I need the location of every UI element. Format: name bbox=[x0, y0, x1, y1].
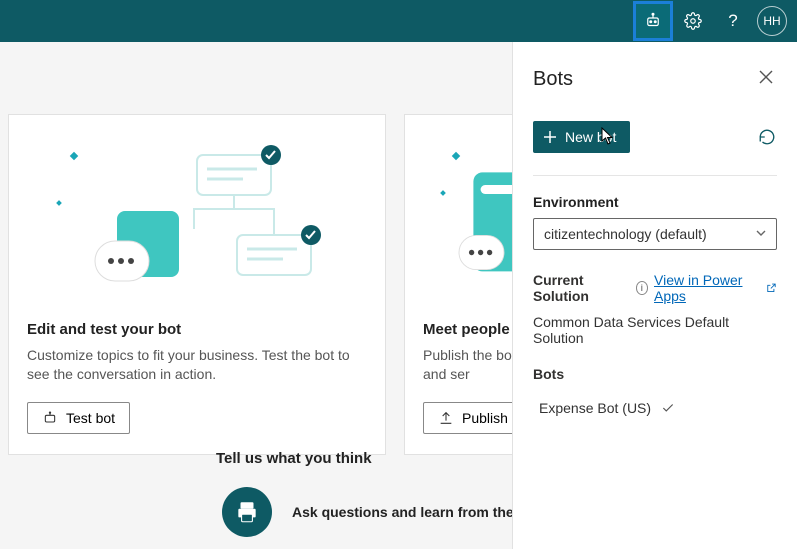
external-link-icon bbox=[766, 282, 777, 294]
card-desc: Customize topics to fit your business. T… bbox=[27, 346, 367, 384]
environment-label: Environment bbox=[533, 194, 777, 210]
button-label: Test bot bbox=[66, 410, 115, 426]
button-label: New bot bbox=[565, 129, 616, 145]
view-in-powerapps-link[interactable]: View in Power Apps bbox=[654, 272, 777, 304]
button-label: Publish b bbox=[462, 410, 520, 426]
current-solution-label: Current Solution bbox=[533, 272, 630, 304]
user-avatar[interactable]: HH bbox=[757, 6, 787, 36]
new-bot-button[interactable]: New bot bbox=[533, 121, 630, 153]
help-header-button[interactable]: ? bbox=[713, 1, 753, 41]
checkmark-icon bbox=[661, 401, 675, 415]
bots-panel: Bots New bot Environment citizentechnolo… bbox=[512, 42, 797, 549]
bot-list-item[interactable]: Expense Bot (US) bbox=[539, 400, 777, 416]
bot-outline-icon bbox=[42, 410, 58, 426]
panel-divider bbox=[533, 175, 777, 176]
bots-header-button[interactable] bbox=[633, 1, 673, 41]
link-label: View in Power Apps bbox=[654, 272, 762, 304]
help-icon: ? bbox=[728, 11, 737, 31]
solution-name: Common Data Services Default Solution bbox=[533, 314, 777, 346]
avatar-initials: HH bbox=[763, 14, 780, 28]
close-panel-button[interactable] bbox=[755, 66, 777, 93]
test-bot-button[interactable]: Test bot bbox=[27, 402, 130, 434]
card-title: Edit and test your bot bbox=[27, 321, 367, 338]
app-header: ? HH bbox=[0, 0, 797, 42]
bot-item-label: Expense Bot (US) bbox=[539, 400, 651, 416]
feedback-text: Ask questions and learn from the con bbox=[292, 504, 543, 520]
card-edit-test: Edit and test your bot Customize topics … bbox=[8, 114, 386, 455]
feedback-icon-circle bbox=[222, 487, 272, 537]
refresh-button[interactable] bbox=[757, 127, 777, 147]
bots-list-label: Bots bbox=[533, 366, 777, 382]
refresh-icon bbox=[758, 128, 776, 146]
gear-icon bbox=[684, 12, 702, 30]
upload-icon bbox=[438, 410, 454, 426]
environment-value: citizentechnology (default) bbox=[533, 218, 777, 250]
environment-select[interactable]: citizentechnology (default) bbox=[533, 218, 777, 250]
printer-icon bbox=[234, 499, 260, 525]
bot-icon bbox=[644, 12, 662, 30]
info-icon[interactable]: i bbox=[636, 281, 648, 295]
panel-title: Bots bbox=[533, 68, 573, 91]
plus-icon bbox=[543, 130, 557, 144]
settings-header-button[interactable] bbox=[673, 1, 713, 41]
card-illustration bbox=[27, 131, 367, 311]
close-icon bbox=[759, 70, 773, 84]
flow-illustration-icon bbox=[67, 141, 327, 301]
